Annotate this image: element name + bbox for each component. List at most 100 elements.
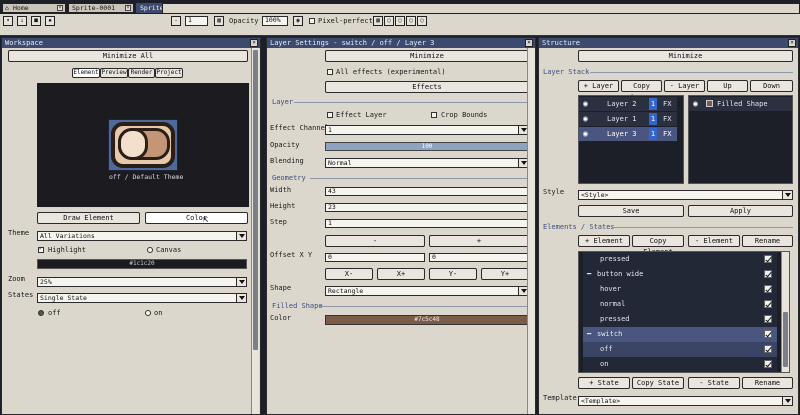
shape-select[interactable]: Rectangle <box>325 286 529 296</box>
tab-sprite[interactable]: Sprite <box>136 3 163 13</box>
fx-badge[interactable]: FX <box>663 130 671 138</box>
eye-icon[interactable]: ◉ <box>583 129 588 138</box>
add-state-button[interactable]: + State <box>578 377 630 389</box>
y-minus-button[interactable]: Y- <box>429 268 477 280</box>
layer-settings-scrollbar[interactable] <box>527 48 535 414</box>
checkbox-icon[interactable] <box>764 345 772 353</box>
frame-input[interactable]: 1 <box>185 16 208 26</box>
fill-color-swatch[interactable]: #7c5c48 <box>325 315 529 325</box>
tree-item[interactable]: hover <box>583 282 777 297</box>
close-icon[interactable]: × <box>125 5 131 11</box>
effect-row[interactable]: ◉ Filled Shape <box>689 97 792 111</box>
checkbox-icon[interactable] <box>764 330 772 338</box>
add-element-button[interactable]: + Element <box>578 235 630 247</box>
zoom-select[interactable]: 25% <box>37 277 247 287</box>
stop-icon[interactable]: ■ <box>31 16 41 26</box>
minimize-button[interactable]: Minimize <box>578 50 793 62</box>
tree-item[interactable]: pressed <box>583 252 777 267</box>
collapse-icon[interactable]: ━ <box>587 327 591 342</box>
toolbar-opacity-input[interactable]: 100% <box>262 16 288 26</box>
up-button[interactable]: Up <box>707 80 748 92</box>
collapse-icon[interactable]: ━ <box>587 267 591 282</box>
eye-icon[interactable]: ◉ <box>293 16 303 26</box>
tab-home[interactable]: ⌂ Home × <box>2 3 66 13</box>
all-effects-checkbox[interactable] <box>327 69 333 75</box>
layer-row-selected[interactable]: ◉ Layer 3 1 FX <box>579 127 677 141</box>
checkbox-icon[interactable] <box>764 255 772 263</box>
x-minus-button[interactable]: X- <box>325 268 373 280</box>
blending-select[interactable]: Normal <box>325 158 529 168</box>
off-radio[interactable] <box>38 310 44 316</box>
states-select[interactable]: Single State <box>37 293 247 303</box>
tab-project[interactable]: Project <box>155 68 183 78</box>
x-plus-button[interactable]: X+ <box>377 268 425 280</box>
eye-icon[interactable]: ◉ <box>583 99 588 108</box>
tab-render[interactable]: Render <box>128 68 155 78</box>
workspace-scrollbar[interactable] <box>251 48 259 414</box>
width-input[interactable]: 43 <box>325 187 529 196</box>
remove-layer-button[interactable]: - Layer <box>664 80 705 92</box>
circle-icon[interactable]: ○ <box>395 16 405 26</box>
circle-icon[interactable]: ○ <box>417 16 427 26</box>
on-radio[interactable] <box>145 310 151 316</box>
tree-item-selected[interactable]: ━ switch <box>583 327 777 342</box>
download-icon[interactable]: ↓ <box>17 16 27 26</box>
copy-state-button[interactable]: Copy State <box>632 377 684 389</box>
close-icon[interactable]: × <box>788 39 796 47</box>
add-layer-button[interactable]: + Layer <box>578 80 619 92</box>
eye-icon[interactable]: ◉ <box>583 114 588 123</box>
remove-element-button[interactable]: - Element <box>688 235 740 247</box>
remove-state-button[interactable]: - State <box>688 377 740 389</box>
highlight-checkbox[interactable]: ✓ <box>38 245 44 253</box>
minimize-button[interactable]: Minimize <box>325 50 529 62</box>
checkbox-icon[interactable] <box>764 315 772 323</box>
offset-y-input[interactable]: 0 <box>429 253 529 262</box>
theme-select[interactable]: All Variations <box>37 231 247 241</box>
rename-element-button[interactable]: Rename <box>742 235 793 247</box>
tree-item[interactable]: normal <box>583 297 777 312</box>
save-icon[interactable]: ▪ <box>45 16 55 26</box>
checkbox-icon[interactable] <box>764 285 772 293</box>
checkbox-icon[interactable] <box>764 360 772 368</box>
brush-icon[interactable]: ▦ <box>214 16 224 26</box>
close-icon[interactable]: × <box>525 39 533 47</box>
scrollbar-thumb[interactable] <box>253 50 258 350</box>
circle-icon[interactable]: ○ <box>384 16 394 26</box>
save-button[interactable]: Save <box>578 205 684 217</box>
effect-layer-checkbox[interactable] <box>327 112 333 118</box>
effect-channel-select[interactable]: 1 <box>325 125 529 135</box>
tab-element[interactable]: Element <box>72 68 100 78</box>
step-plus-button[interactable]: + <box>429 235 529 247</box>
down-button[interactable]: Down <box>750 80 793 92</box>
fx-badge[interactable]: FX <box>663 115 671 123</box>
pixel-perfect-checkbox[interactable] <box>309 18 315 24</box>
close-icon[interactable]: × <box>57 5 63 11</box>
tree-item[interactable]: on <box>583 357 777 372</box>
layer-row[interactable]: ◉ Layer 2 1 FX <box>579 97 677 111</box>
checkbox-icon[interactable] <box>764 300 772 308</box>
tree-scrollbar[interactable] <box>781 252 789 372</box>
eye-icon[interactable]: ◉ <box>693 99 698 108</box>
step-input[interactable]: 1 <box>325 219 529 228</box>
tree-item[interactable]: pressed <box>583 312 777 327</box>
height-input[interactable]: 23 <box>325 203 529 212</box>
menu-icon[interactable]: ▾ <box>3 16 13 26</box>
effects-button[interactable]: Effects <box>325 81 529 93</box>
grid-icon[interactable]: ▦ <box>373 16 383 26</box>
crop-bounds-checkbox[interactable] <box>431 112 437 118</box>
scrollbar-thumb[interactable] <box>783 312 788 367</box>
highlight-color-swatch[interactable]: #1c1c20 <box>37 259 247 269</box>
tree-item[interactable]: ━ button wide <box>583 267 777 282</box>
apply-button[interactable]: Apply <box>688 205 793 217</box>
tab-preview[interactable]: Preview <box>100 68 128 78</box>
rename-state-button[interactable]: Rename <box>742 377 793 389</box>
layer-row[interactable]: ◉ Layer 1 1 FX <box>579 112 677 126</box>
tree-item-selected[interactable]: off <box>583 342 777 357</box>
minimize-all-button[interactable]: Minimize All <box>8 50 248 62</box>
y-plus-button[interactable]: Y+ <box>481 268 529 280</box>
checkbox-icon[interactable] <box>764 270 772 278</box>
template-select[interactable]: <Template> <box>578 396 793 406</box>
offset-x-input[interactable]: 0 <box>325 253 425 262</box>
tab-sprite-0001[interactable]: Sprite-0001 × <box>68 3 134 13</box>
opacity-slider[interactable]: 100 <box>325 142 529 151</box>
